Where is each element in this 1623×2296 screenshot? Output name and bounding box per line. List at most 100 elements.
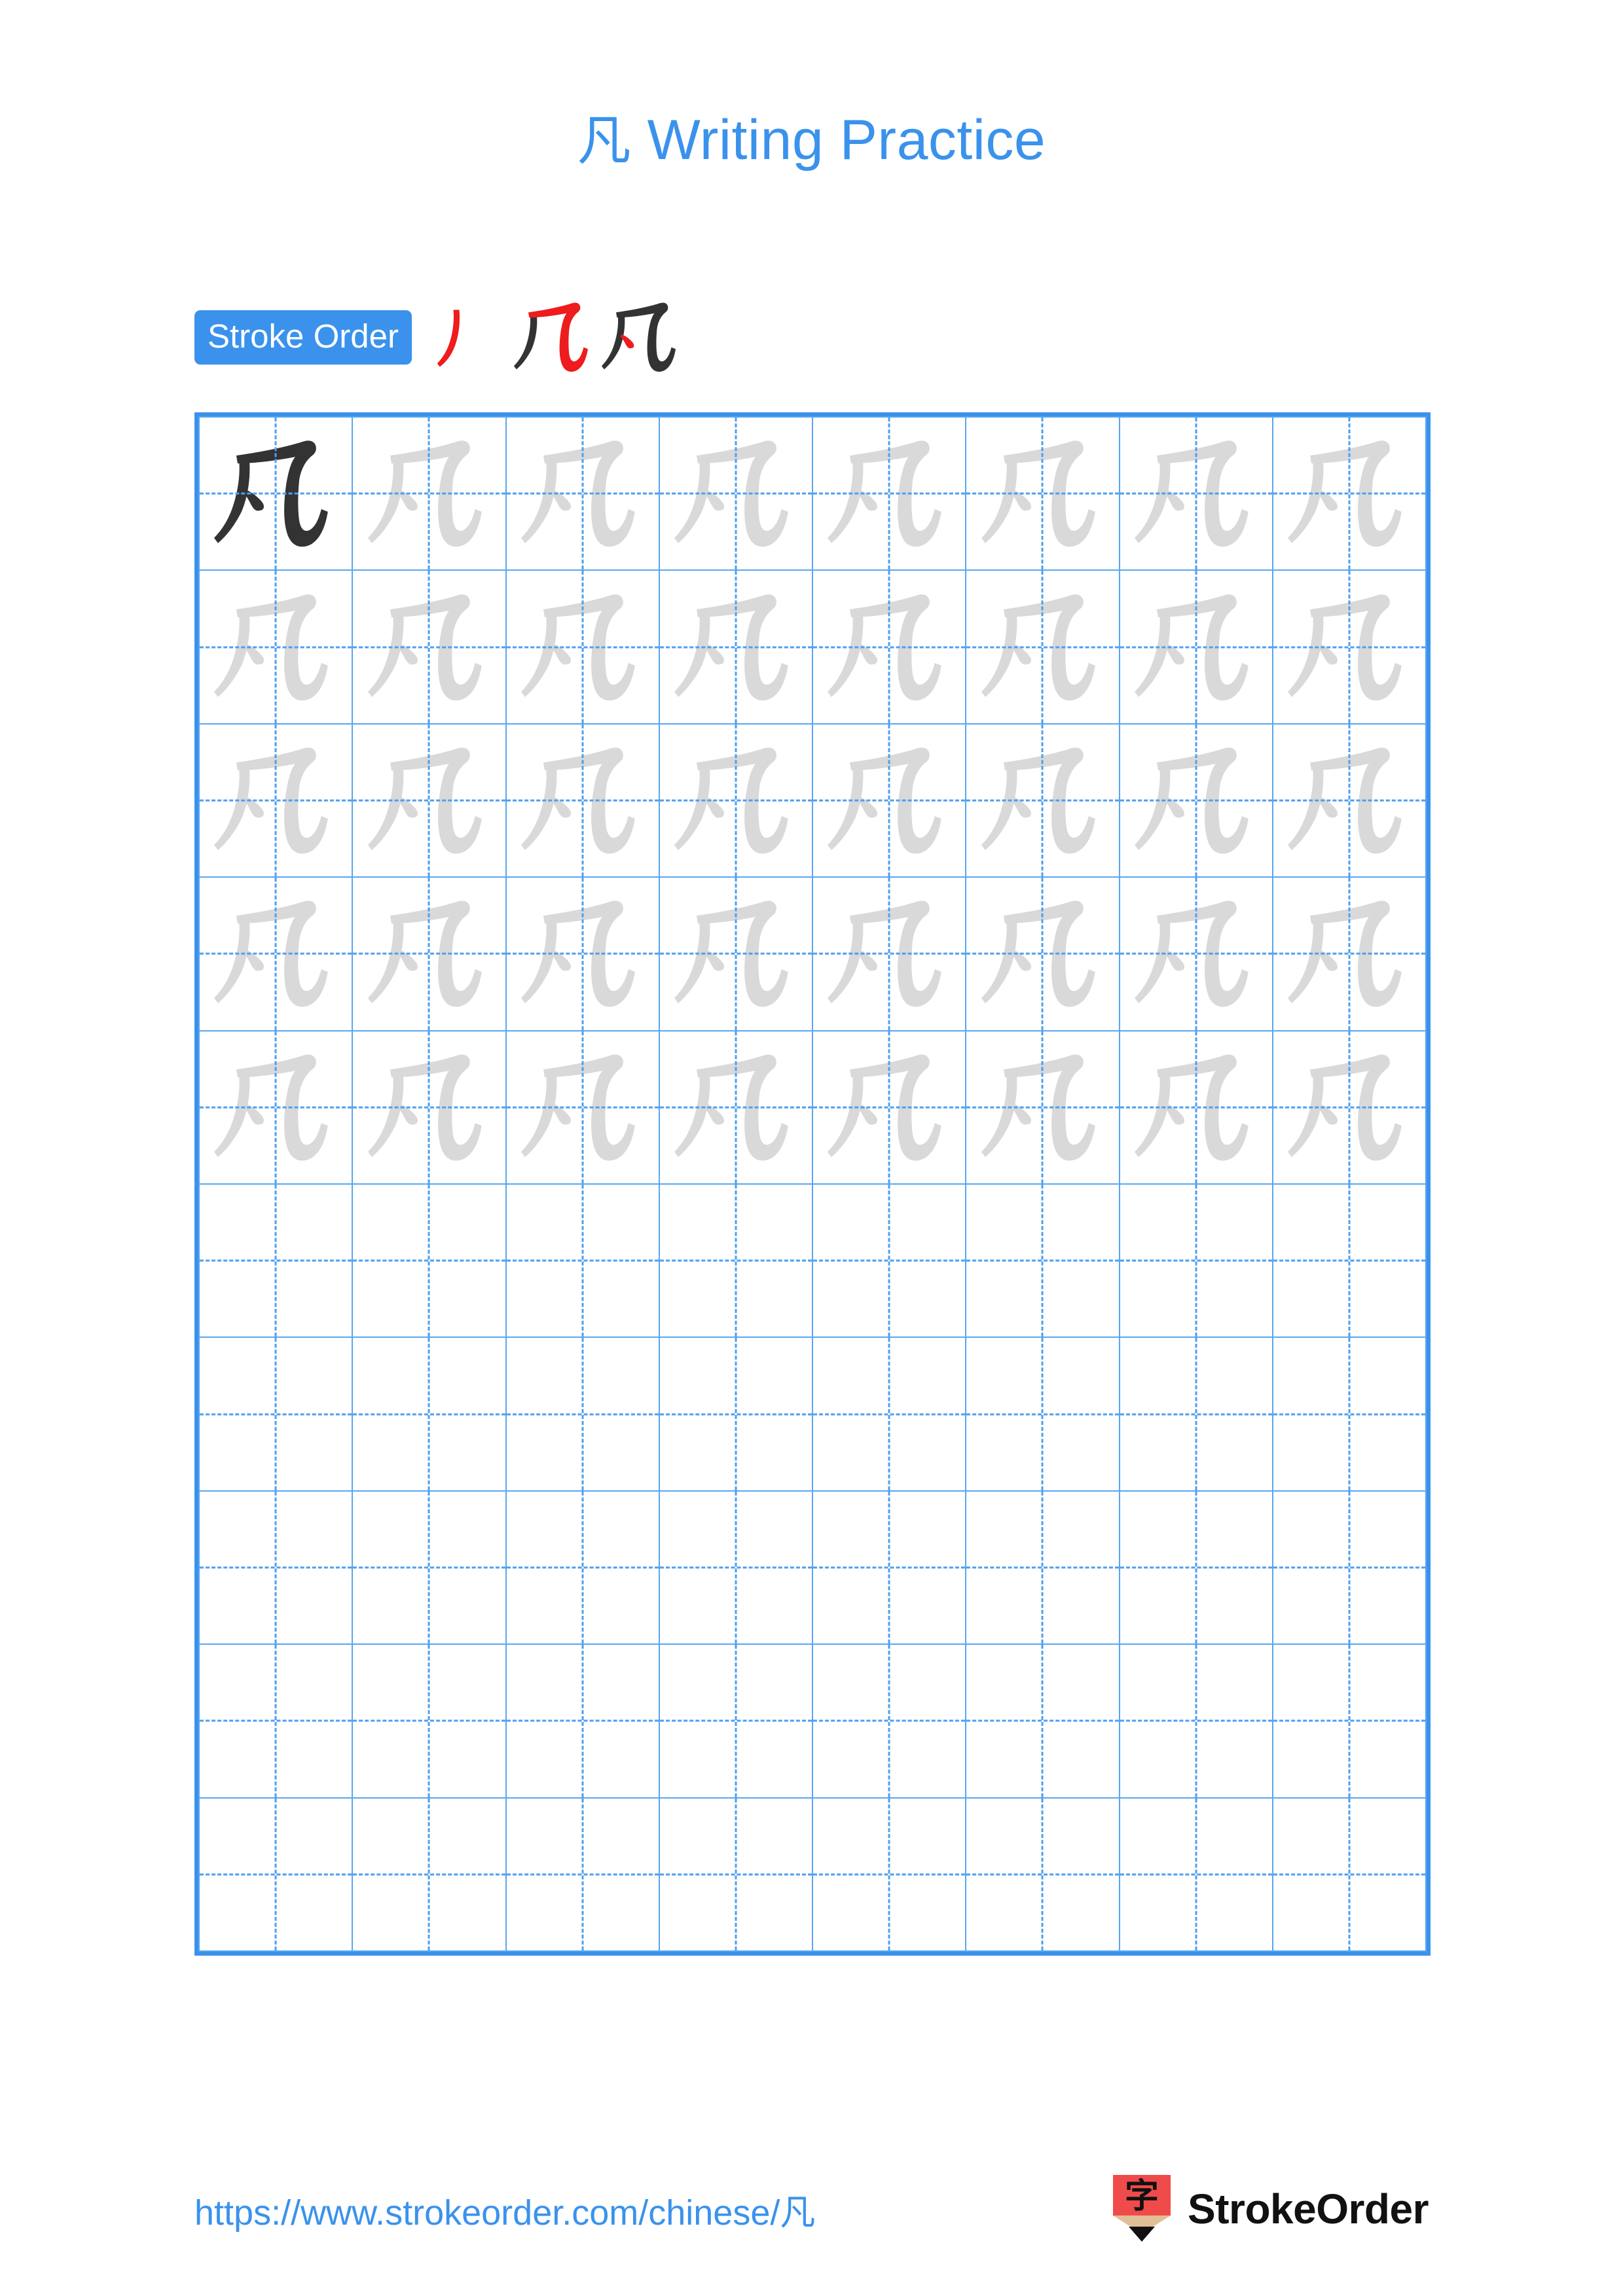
cell-guide-horizontal <box>506 1259 659 1262</box>
practice-cell[interactable] <box>1271 1797 1427 1952</box>
practice-cell[interactable] <box>811 416 967 571</box>
practice-cell[interactable] <box>1271 1490 1427 1645</box>
practice-cell[interactable] <box>811 876 967 1031</box>
practice-cell[interactable] <box>1118 1183 1273 1338</box>
practice-cell[interactable] <box>505 1336 660 1492</box>
practice-grid <box>194 412 1431 1956</box>
practice-cell[interactable] <box>811 1030 967 1185</box>
practice-cell[interactable] <box>811 1797 967 1952</box>
practice-cell[interactable] <box>352 416 507 571</box>
practice-cell[interactable] <box>1118 723 1273 878</box>
practice-cell[interactable] <box>198 416 354 571</box>
practice-cell[interactable] <box>1118 1797 1273 1952</box>
practice-cell[interactable] <box>198 1336 354 1492</box>
practice-cell[interactable] <box>352 1030 507 1185</box>
practice-cell[interactable] <box>658 1183 814 1338</box>
practice-cell[interactable] <box>965 1183 1120 1338</box>
practice-cell[interactable] <box>352 1797 507 1952</box>
practice-cell[interactable] <box>965 1643 1120 1799</box>
practice-cell[interactable] <box>1118 569 1273 725</box>
practice-cell[interactable] <box>965 1797 1120 1952</box>
practice-cell[interactable] <box>965 723 1120 878</box>
practice-cell[interactable] <box>198 1643 354 1799</box>
practice-cell[interactable] <box>198 1030 354 1185</box>
practice-cell[interactable] <box>1271 416 1427 571</box>
practice-cell[interactable] <box>658 569 814 725</box>
cell-guide-vertical <box>581 1184 584 1337</box>
trace-character <box>353 571 505 723</box>
practice-cell[interactable] <box>965 416 1120 571</box>
practice-cell[interactable] <box>352 723 507 878</box>
practice-cell[interactable] <box>1118 1490 1273 1645</box>
practice-cell[interactable] <box>505 723 660 878</box>
practice-cell[interactable] <box>505 1797 660 1952</box>
practice-cell[interactable] <box>198 876 354 1031</box>
cell-guide-horizontal <box>506 1873 659 1876</box>
cell-guide-vertical <box>735 1338 737 1490</box>
practice-cell[interactable] <box>658 723 814 878</box>
practice-cell[interactable] <box>811 569 967 725</box>
practice-cell[interactable] <box>1118 876 1273 1031</box>
practice-cell[interactable] <box>1271 569 1427 725</box>
practice-cell[interactable] <box>1118 416 1273 571</box>
practice-cell[interactable] <box>505 876 660 1031</box>
practice-cell[interactable] <box>198 723 354 878</box>
practice-cell[interactable] <box>658 1490 814 1645</box>
practice-cell[interactable] <box>352 1183 507 1338</box>
trace-character <box>507 1031 659 1183</box>
practice-cell[interactable] <box>811 1336 967 1492</box>
practice-cell[interactable] <box>811 723 967 878</box>
cell-guide-vertical <box>274 1798 277 1950</box>
practice-cell[interactable] <box>198 1183 354 1338</box>
practice-cell[interactable] <box>1271 1030 1427 1185</box>
practice-grid-row <box>198 1490 1427 1645</box>
practice-cell[interactable] <box>1271 723 1427 878</box>
practice-cell[interactable] <box>658 1643 814 1799</box>
practice-cell[interactable] <box>965 1490 1120 1645</box>
practice-cell[interactable] <box>658 1030 814 1185</box>
practice-cell[interactable] <box>198 1797 354 1952</box>
practice-cell[interactable] <box>352 1336 507 1492</box>
cell-guide-horizontal <box>659 1719 812 1722</box>
practice-cell[interactable] <box>505 1490 660 1645</box>
practice-cell[interactable] <box>505 569 660 725</box>
practice-cell[interactable] <box>811 1183 967 1338</box>
practice-cell[interactable] <box>1118 1643 1273 1799</box>
practice-cell[interactable] <box>352 1643 507 1799</box>
practice-cell[interactable] <box>658 876 814 1031</box>
trace-character <box>966 1031 1118 1183</box>
practice-cell[interactable] <box>352 876 507 1031</box>
practice-cell[interactable] <box>1271 876 1427 1031</box>
practice-cell[interactable] <box>198 1490 354 1645</box>
practice-cell[interactable] <box>505 1643 660 1799</box>
practice-cell[interactable] <box>965 569 1120 725</box>
practice-cell[interactable] <box>198 569 354 725</box>
practice-cell[interactable] <box>811 1490 967 1645</box>
practice-cell[interactable] <box>965 1030 1120 1185</box>
trace-character <box>507 725 659 876</box>
footer: https://www.strokeorder.com/chinese/凡 字 … <box>194 2173 1429 2245</box>
stroke-step-1-icon <box>437 310 460 367</box>
practice-cell[interactable] <box>965 876 1120 1031</box>
practice-cell[interactable] <box>1271 1336 1427 1492</box>
practice-cell[interactable] <box>505 1030 660 1185</box>
practice-cell[interactable] <box>1271 1643 1427 1799</box>
practice-cell[interactable] <box>658 1797 814 1952</box>
practice-cell[interactable] <box>505 416 660 571</box>
svg-text:字: 字 <box>1125 2177 1159 2216</box>
cell-guide-horizontal <box>966 1719 1119 1722</box>
practice-cell[interactable] <box>965 1336 1120 1492</box>
source-url-link[interactable]: https://www.strokeorder.com/chinese/凡 <box>194 2183 815 2235</box>
practice-cell[interactable] <box>505 1183 660 1338</box>
cell-guide-vertical <box>1348 1645 1351 1797</box>
cell-guide-horizontal <box>200 1566 352 1569</box>
practice-cell[interactable] <box>811 1643 967 1799</box>
practice-cell[interactable] <box>1118 1030 1273 1185</box>
practice-cell[interactable] <box>352 1490 507 1645</box>
practice-cell[interactable] <box>1271 1183 1427 1338</box>
practice-cell[interactable] <box>1118 1336 1273 1492</box>
practice-cell[interactable] <box>658 416 814 571</box>
practice-cell[interactable] <box>658 1336 814 1492</box>
page-title-text: Writing Practice <box>631 109 1046 171</box>
practice-cell[interactable] <box>352 569 507 725</box>
